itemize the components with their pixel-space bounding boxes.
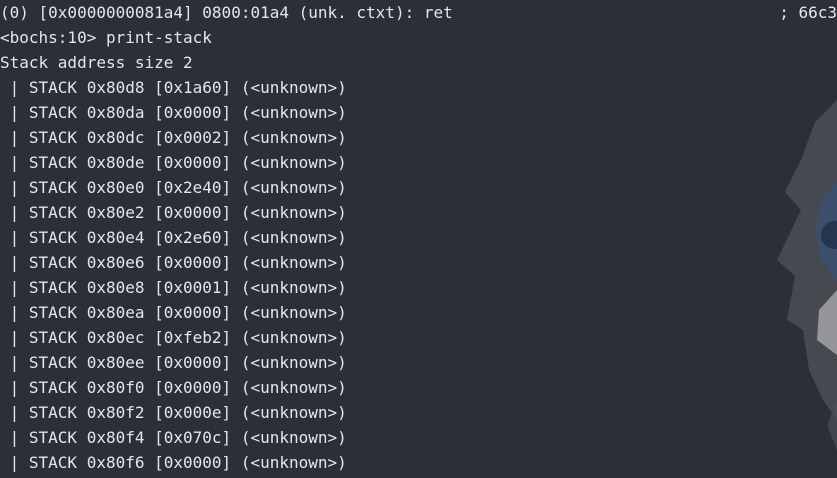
stack-line: | STACK 0x80f4 [0x070c] (<unknown>)	[0, 428, 347, 447]
stack-header: Stack address size 2	[0, 53, 193, 72]
stack-line: | STACK 0x80f6 [0x0000] (<unknown>)	[0, 453, 347, 472]
status-comment: ; 66c3	[779, 3, 837, 22]
stack-line: | STACK 0x80e0 [0x2e40] (<unknown>)	[0, 178, 347, 197]
stack-line: | STACK 0x80d8 [0x1a60] (<unknown>)	[0, 78, 347, 97]
terminal-output[interactable]: (0) [0x0000000081a4] 0800:01a4 (unk. ctx…	[0, 0, 837, 478]
stack-line: | STACK 0x80e6 [0x0000] (<unknown>)	[0, 253, 347, 272]
stack-line: | STACK 0x80dc [0x0002] (<unknown>)	[0, 128, 347, 147]
stack-line: | STACK 0x80f0 [0x0000] (<unknown>)	[0, 378, 347, 397]
stack-line: | STACK 0x80ee [0x0000] (<unknown>)	[0, 353, 347, 372]
status-line: (0) [0x0000000081a4] 0800:01a4 (unk. ctx…	[0, 3, 453, 22]
stack-line: | STACK 0x80e8 [0x0001] (<unknown>)	[0, 278, 347, 297]
stack-line: | STACK 0x80de [0x0000] (<unknown>)	[0, 153, 347, 172]
stack-line: | STACK 0x80e2 [0x0000] (<unknown>)	[0, 203, 347, 222]
stack-line: | STACK 0x80da [0x0000] (<unknown>)	[0, 103, 347, 122]
stack-line: | STACK 0x80e4 [0x2e60] (<unknown>)	[0, 228, 347, 247]
stack-line: | STACK 0x80ec [0xfeb2] (<unknown>)	[0, 328, 347, 347]
stack-line: | STACK 0x80f2 [0x000e] (<unknown>)	[0, 403, 347, 422]
stack-line: | STACK 0x80ea [0x0000] (<unknown>)	[0, 303, 347, 322]
command-prompt: <bochs:10> print-stack	[0, 28, 212, 47]
